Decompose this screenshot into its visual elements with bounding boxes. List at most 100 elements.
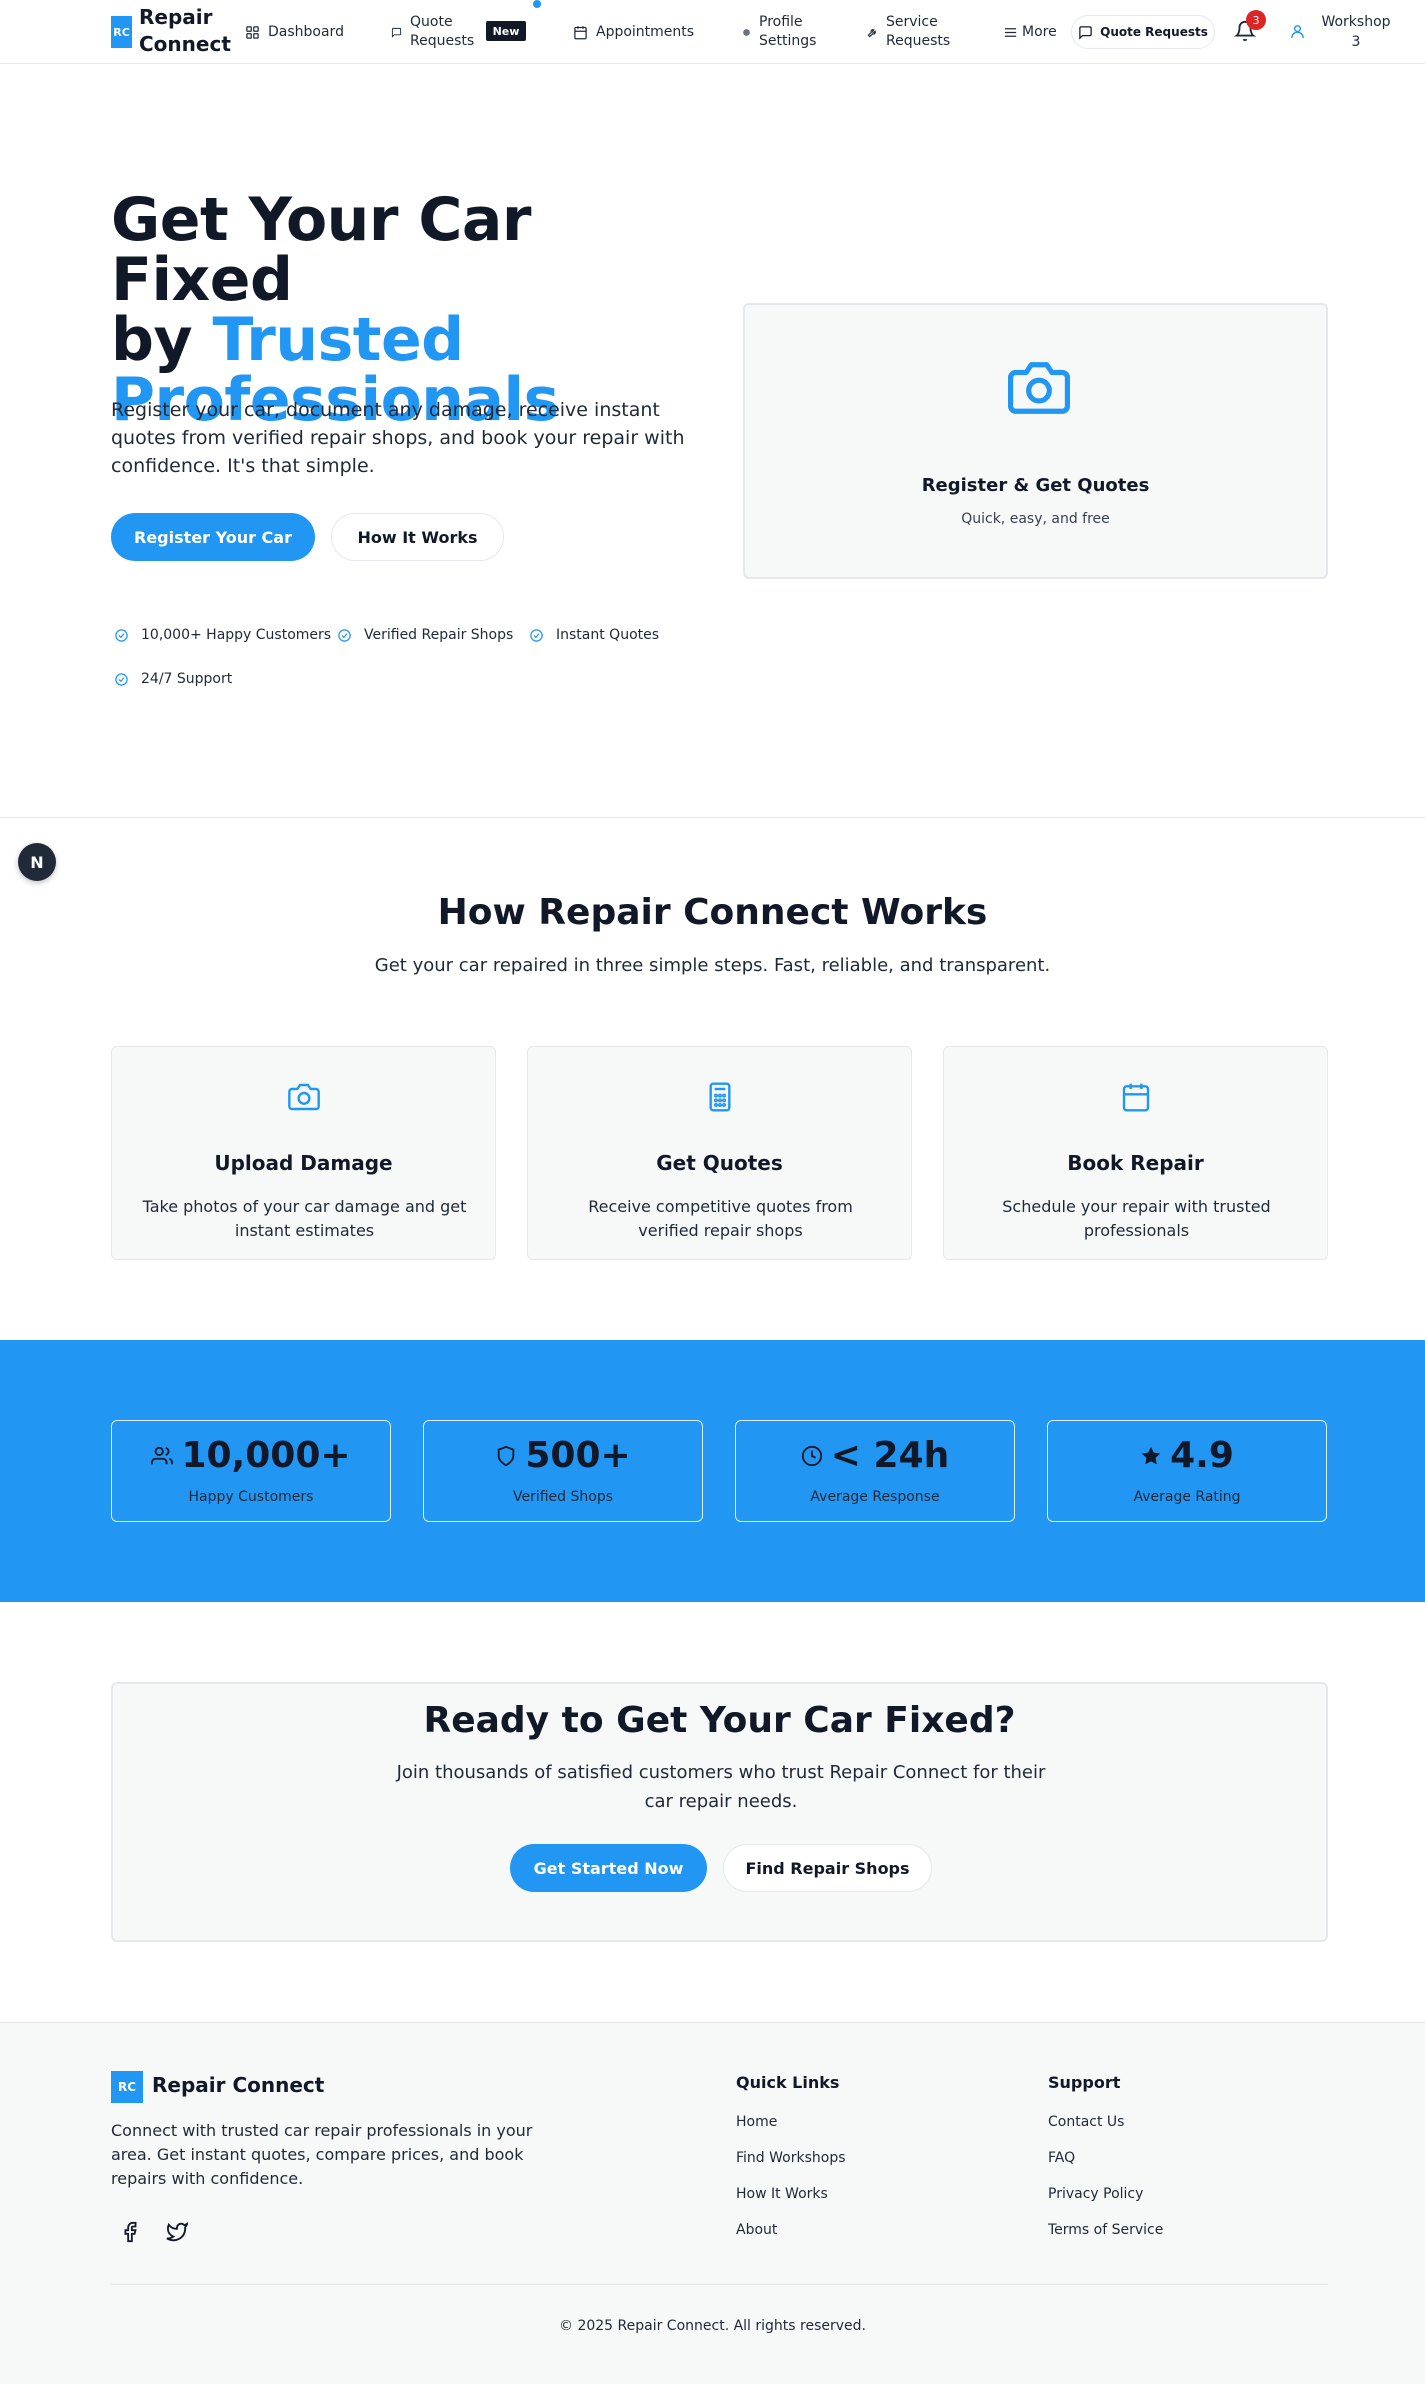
get-started-button[interactable]: Get Started Now: [510, 1844, 707, 1892]
user-menu-name[interactable]: Workshop 3: [1318, 12, 1394, 52]
step-title: Book Repair: [1067, 1151, 1204, 1175]
footer-link-home[interactable]: Home: [736, 2114, 777, 2130]
stat-value: 4.9: [1170, 1435, 1234, 1476]
star-icon: [1141, 1446, 1161, 1464]
footer-link-terms-of-service[interactable]: Terms of Service: [1048, 2222, 1163, 2238]
stat-average-rating: 4.9 Average Rating: [1047, 1420, 1327, 1522]
footer-logo-mark[interactable]: RC: [111, 2071, 143, 2103]
stat-verified-shops: 500+ Verified Shops: [423, 1420, 703, 1522]
check-circle-icon: [115, 672, 128, 686]
notification-count-badge: 3: [1246, 10, 1266, 30]
hero-register-card: Register & Get Quotes Quick, easy, and f…: [743, 303, 1328, 579]
cta-subtitle: Join thousands of satisfied customers wh…: [396, 1762, 1046, 1812]
nav-profile-settings[interactable]: Profile Settings: [742, 0, 821, 64]
stat-label: Happy Customers: [188, 1489, 314, 1505]
footer-link-privacy-policy[interactable]: Privacy Policy: [1048, 2186, 1143, 2202]
check-circle-icon: [530, 628, 543, 642]
nav-appointments-label: Appointments: [596, 23, 695, 40]
nav-service-requests[interactable]: Service Requests: [867, 0, 952, 64]
feature-label: 24/7 Support: [141, 671, 233, 687]
nav-appointments[interactable]: Appointments: [573, 0, 694, 64]
new-badge: New: [486, 21, 526, 41]
copyright-text: © 2025 Repair Connect. All rights reserv…: [559, 2318, 866, 2334]
footer-link-find-workshops[interactable]: Find Workshops: [736, 2150, 846, 2166]
clock-icon: [801, 1445, 822, 1466]
nav-dashboard-label: Dashboard: [268, 23, 344, 40]
step-title: Get Quotes: [656, 1151, 783, 1175]
footer-logo-text[interactable]: Repair Connect: [152, 2073, 324, 2097]
cta-card: Ready to Get Your Car Fixed? Join thousa…: [111, 1682, 1328, 1942]
footer-link-contact-us[interactable]: Contact Us: [1048, 2114, 1124, 2130]
section-divider: [0, 817, 1425, 818]
message-icon: [391, 27, 402, 38]
feature-label: Instant Quotes: [556, 627, 660, 643]
nav-profile-settings-label: Profile Settings: [759, 14, 817, 49]
nav-service-requests-label: Service Requests: [886, 14, 951, 49]
nav-more[interactable]: More: [1003, 0, 1057, 64]
nav-quote-requests-label: Quote Requests: [410, 14, 475, 49]
dev-tools-badge[interactable]: N: [18, 843, 56, 881]
stat-happy-customers: 10,000+ Happy Customers: [111, 1420, 391, 1522]
cta-title: Ready to Get Your Car Fixed?: [423, 1700, 1016, 1741]
wrench-icon: [867, 28, 876, 37]
footer-divider: [111, 2284, 1328, 2285]
camera-icon: [1008, 362, 1070, 414]
message-icon: [1079, 25, 1092, 40]
stat-value: 500+: [525, 1435, 631, 1476]
calculator-icon: [709, 1082, 731, 1112]
hero-card-title: Register & Get Quotes: [921, 475, 1150, 496]
facebook-icon[interactable]: [119, 2221, 141, 2243]
feature-verified-shops: Verified Repair Shops: [337, 625, 513, 645]
nav-more-label: More: [1022, 23, 1057, 40]
quote-requests-button-label: Quote Requests: [1100, 25, 1208, 39]
quote-requests-button[interactable]: Quote Requests: [1071, 15, 1215, 49]
stat-average-response: < 24h Average Response: [735, 1420, 1015, 1522]
quick-links-heading: Quick Links: [736, 2073, 840, 2092]
gear-icon: [743, 28, 750, 36]
step-title: Upload Damage: [214, 1151, 393, 1175]
feature-label: 10,000+ Happy Customers: [141, 627, 332, 643]
step-card-upload-damage: Upload Damage Take photos of your car da…: [111, 1046, 496, 1260]
how-it-works-title: How Repair Connect Works: [437, 892, 988, 933]
footer-description: Connect with trusted car repair professi…: [111, 2121, 533, 2188]
step-description: Take photos of your car damage and get i…: [142, 1197, 467, 1240]
active-indicator-dot: [533, 0, 541, 8]
top-nav-bar: RC Repair Connect Dashboard Quote Reques…: [0, 0, 1425, 64]
hero-title-line1: Get Your Car Fixed: [111, 185, 531, 315]
support-heading: Support: [1048, 2073, 1121, 2092]
stats-section: 10,000+ Happy Customers 500+ Verified Sh…: [0, 1340, 1425, 1602]
feature-support: 24/7 Support: [114, 669, 232, 689]
step-description: Schedule your repair with trusted profes…: [1002, 1197, 1271, 1240]
check-circle-icon: [115, 628, 128, 642]
footer-link-about[interactable]: About: [736, 2222, 777, 2238]
step-description: Receive competitive quotes from verified…: [588, 1197, 853, 1240]
logo-text[interactable]: Repair Connect: [139, 4, 231, 58]
calendar-icon: [574, 25, 587, 39]
shield-icon: [498, 1445, 515, 1466]
footer: RC Repair Connect Connect with trusted c…: [0, 2022, 1425, 2384]
user-icon[interactable]: [1289, 23, 1306, 40]
how-it-works-button[interactable]: How It Works: [331, 513, 504, 561]
register-car-button[interactable]: Register Your Car: [111, 513, 315, 561]
footer-link-faq[interactable]: FAQ: [1048, 2150, 1075, 2166]
feature-instant-quotes: Instant Quotes: [529, 625, 659, 645]
find-repair-shops-button[interactable]: Find Repair Shops: [723, 1844, 932, 1892]
hero-subtitle: Register your car, document any damage, …: [111, 399, 685, 477]
check-circle-icon: [338, 628, 351, 642]
nav-dashboard[interactable]: Dashboard: [245, 0, 344, 64]
camera-icon: [288, 1083, 320, 1111]
step-card-get-quotes: Get Quotes Receive competitive quotes fr…: [527, 1046, 912, 1260]
footer-link-how-it-works[interactable]: How It Works: [736, 2186, 828, 2202]
grid-icon: [246, 25, 259, 39]
stat-value: < 24h: [830, 1435, 950, 1476]
stat-label: Average Rating: [1133, 1489, 1241, 1505]
stat-label: Average Response: [810, 1489, 940, 1505]
nav-quote-requests[interactable]: Quote Requests: [391, 0, 482, 64]
twitter-icon[interactable]: [166, 2221, 188, 2243]
hero-card-subtitle: Quick, easy, and free: [961, 511, 1110, 527]
logo-mark[interactable]: RC: [111, 16, 132, 48]
feature-happy-customers: 10,000+ Happy Customers: [114, 625, 331, 645]
calendar-icon: [1122, 1083, 1150, 1112]
stat-label: Verified Shops: [512, 1489, 614, 1505]
step-card-book-repair: Book Repair Schedule your repair with tr…: [943, 1046, 1328, 1260]
